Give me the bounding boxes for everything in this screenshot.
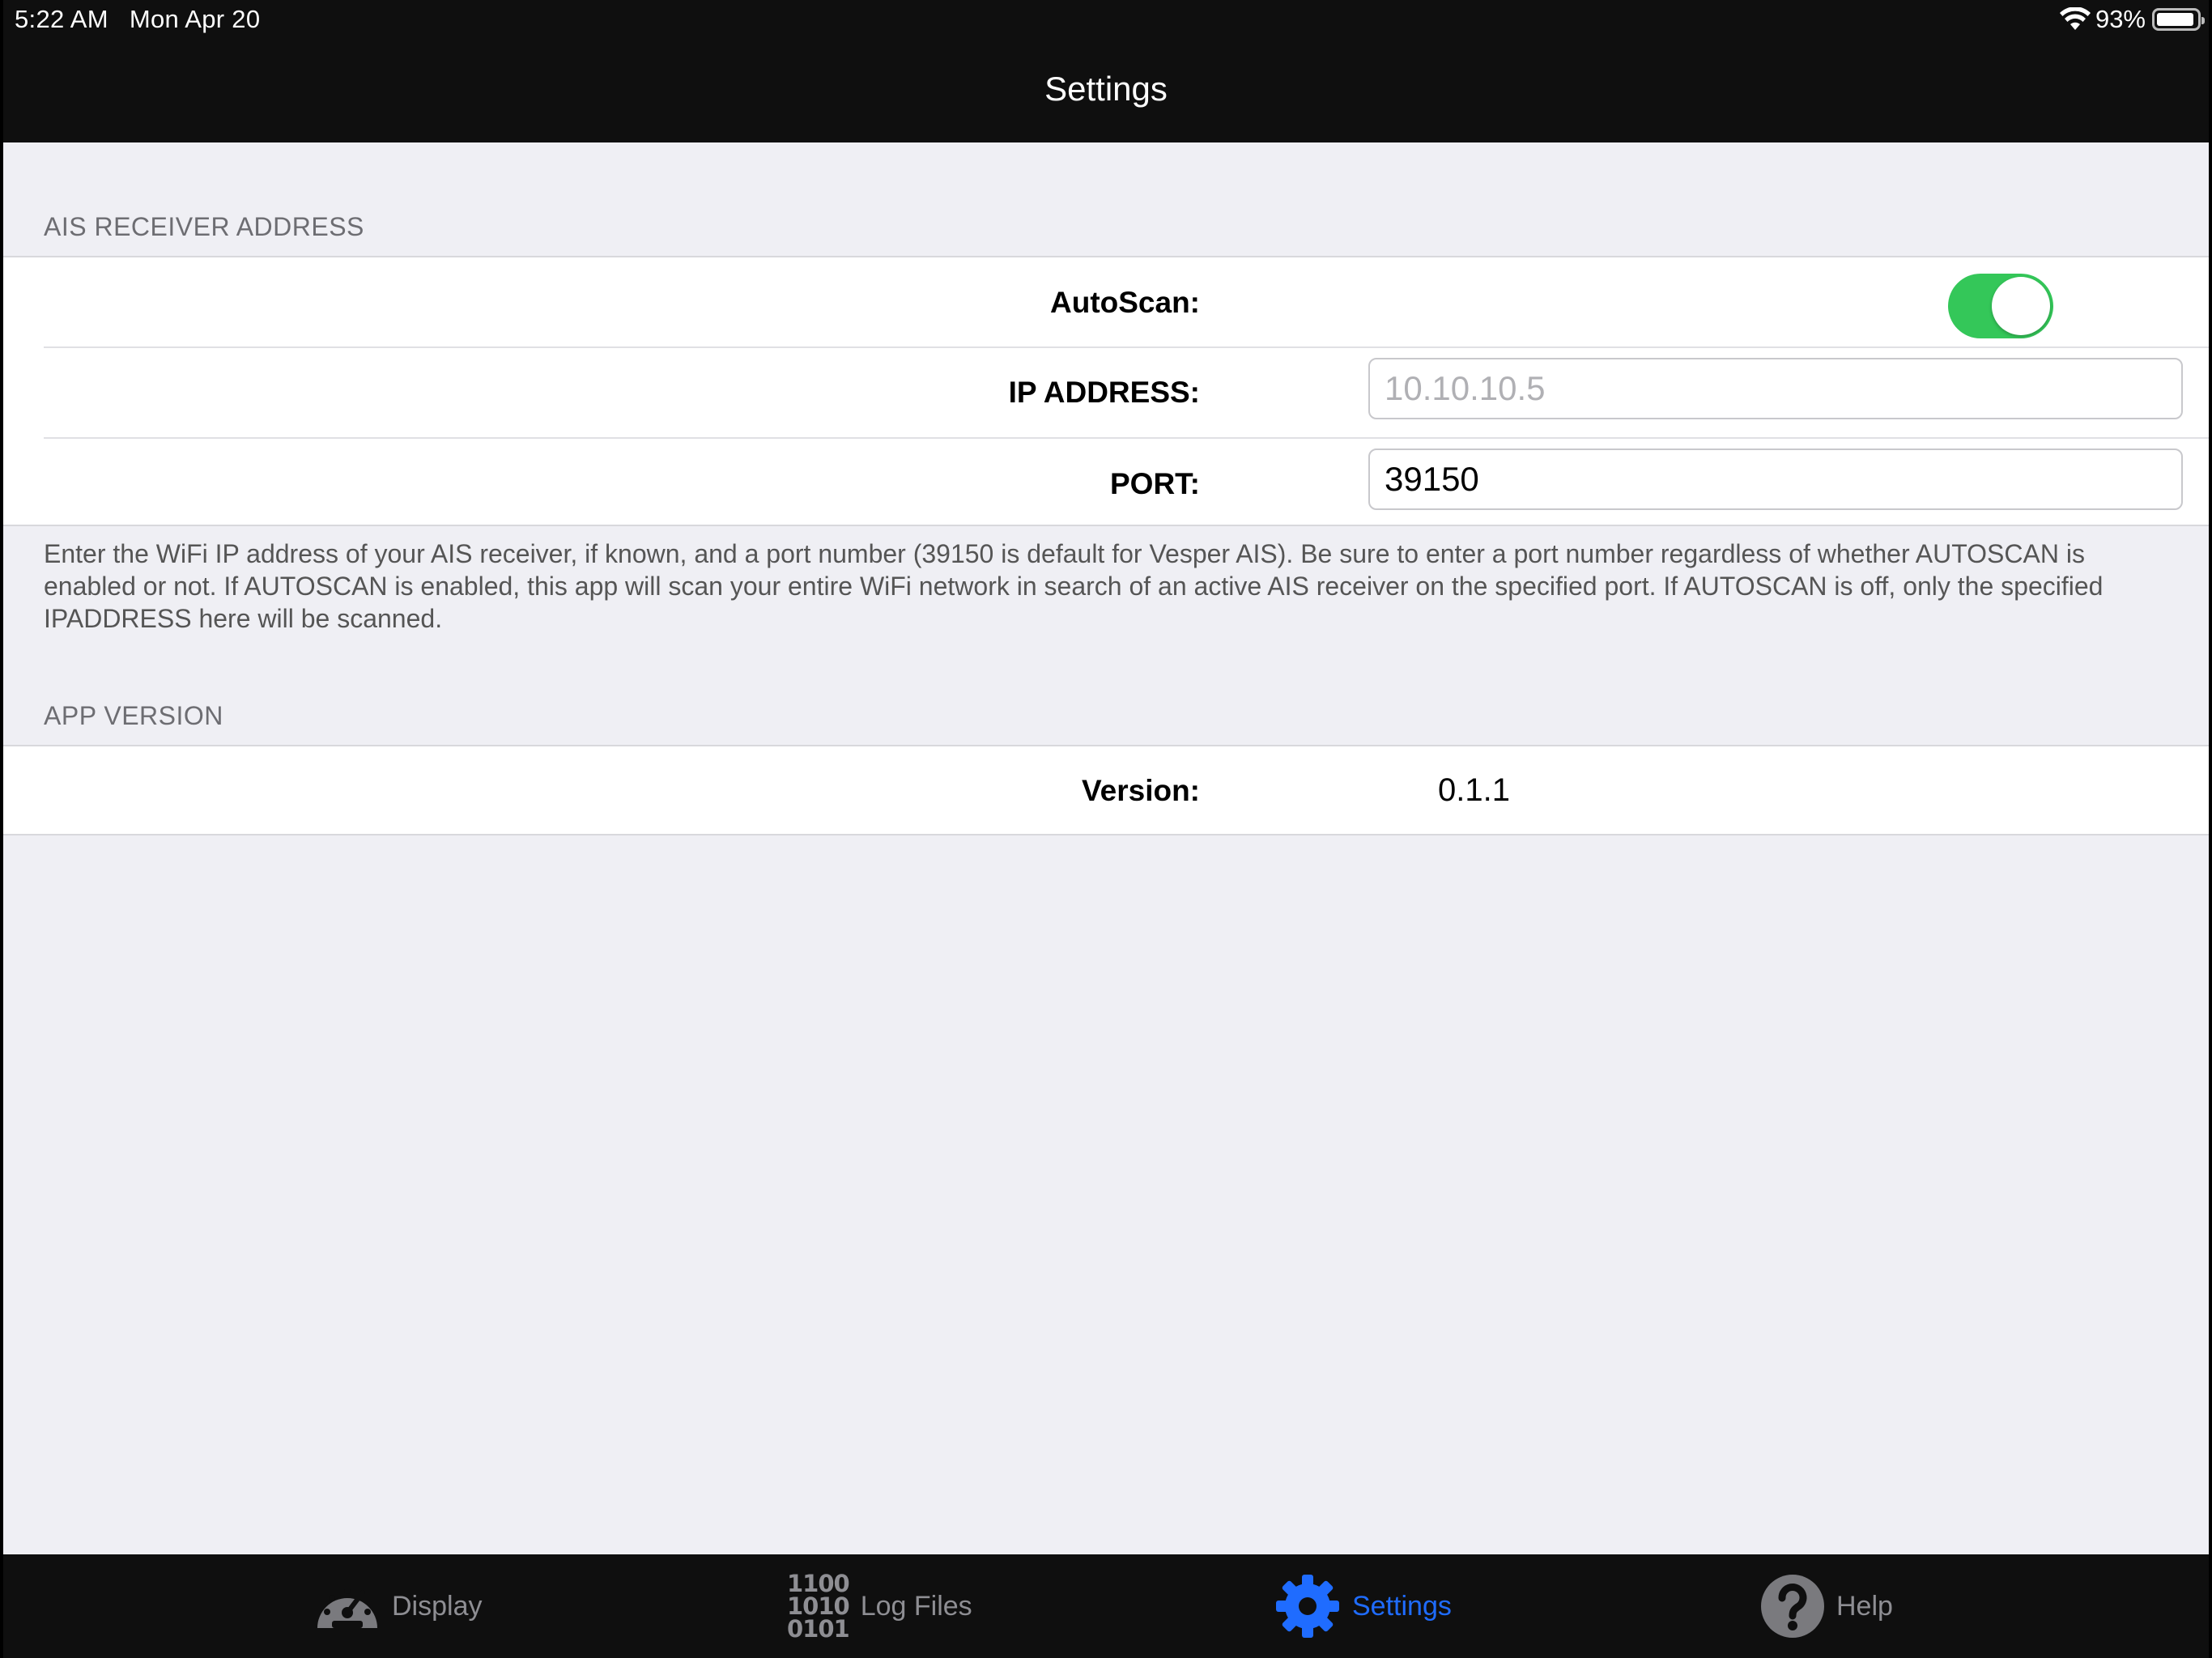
top-bar: 5:22 AM Mon Apr 20 93% Settings [3,0,2209,142]
tab-log-files[interactable]: 1100 1010 0101 Log Files [787,1554,972,1658]
port-label: PORT: [1110,467,1200,500]
status-time: 5:22 AM [15,5,108,33]
status-bar-left: 5:22 AM Mon Apr 20 [15,5,281,34]
battery-percent: 93% [2095,5,2146,33]
gear-icon [1276,1575,1339,1638]
wifi-icon [2059,7,2091,30]
status-date: Mon Apr 20 [129,5,261,33]
binary-icon-line: 1010 [787,1592,850,1620]
autoscan-toggle[interactable] [1948,274,2053,338]
page-title: Settings [1044,70,1168,108]
autoscan-row: AutoScan: [3,257,2209,346]
version-group: Version: 0.1.1 [3,745,2209,835]
ais-settings-group: AutoScan: IP ADDRESS: PORT: [3,256,2209,526]
battery-icon [2152,8,2205,31]
tab-label-log-files: Log Files [860,1590,972,1622]
battery-level [2157,13,2193,26]
tab-label-settings: Settings [1352,1590,1452,1622]
section-header-version: APP VERSION [44,701,223,730]
ais-help-text: Enter the WiFi IP address of your AIS re… [44,539,2104,633]
settings-screen: 5:22 AM Mon Apr 20 93% Settings AIS RECEI… [3,0,2209,1658]
help-icon [1761,1575,1824,1638]
version-label: Version: [1082,774,1200,807]
port-field[interactable] [1368,449,2183,510]
binary-icon-line: 1100 [787,1570,850,1597]
section-header-ais: AIS RECEIVER ADDRESS [44,212,364,241]
status-bar-right: 93% [2059,5,2205,34]
version-value: 0.1.1 [1438,772,1510,808]
binary-icon-line: 0101 [787,1615,850,1643]
autoscan-label: AutoScan: [1050,286,1200,319]
tab-label-display: Display [392,1590,483,1622]
version-row: Version: 0.1.1 [3,746,2209,835]
tab-label-help: Help [1836,1590,1893,1622]
toggle-knob [1992,277,2050,335]
port-row: PORT: [3,439,2209,528]
ip-address-row: IP ADDRESS: [3,348,2209,437]
tab-bar: Display 1100 1010 0101 Log Files Setting… [3,1554,2209,1658]
ip-address-field[interactable] [1368,358,2183,419]
tab-settings[interactable]: Settings [1274,1554,1452,1658]
speedometer-icon [317,1588,377,1628]
binary-icon: 1100 1010 0101 [787,1570,850,1643]
tab-display[interactable]: Display [314,1554,482,1658]
ip-address-label: IP ADDRESS: [1008,376,1200,409]
tab-help[interactable]: Help [1760,1554,1893,1658]
